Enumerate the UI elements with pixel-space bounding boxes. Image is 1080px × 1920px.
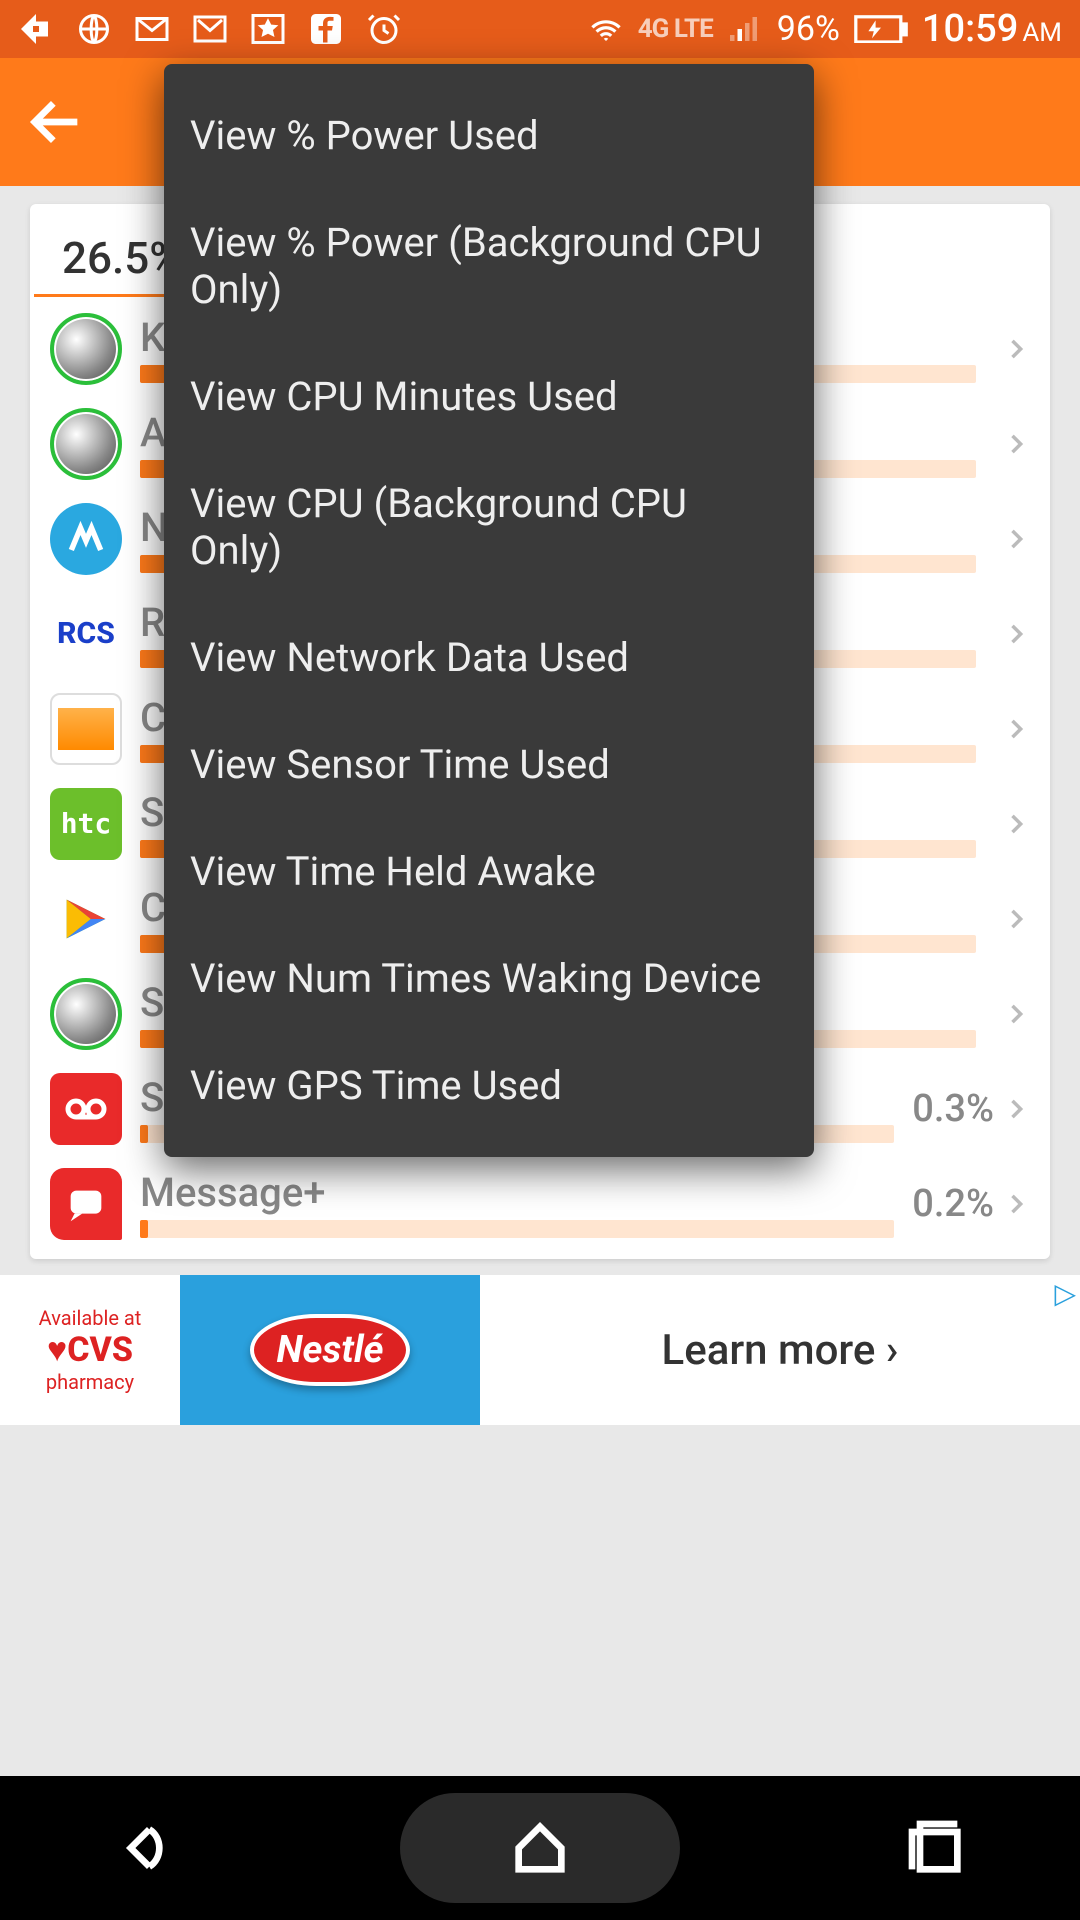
- nav-home-button[interactable]: [400, 1793, 680, 1903]
- app-icon: [50, 408, 122, 480]
- total-percent-label: 26.5%: [34, 204, 182, 297]
- chevron-right-icon: [1002, 810, 1030, 838]
- globe-icon: [76, 11, 112, 47]
- nav-back-button[interactable]: [112, 1816, 176, 1880]
- battery-charging-icon: [854, 11, 908, 47]
- ad-banner[interactable]: Available at ♥CVS pharmacy Nestlé Learn …: [0, 1275, 1080, 1425]
- ad-brand-panel: Nestlé: [180, 1275, 480, 1425]
- row-usage-bar: [140, 1220, 894, 1238]
- row-body: Message+: [140, 1169, 894, 1238]
- facebook-icon: [308, 11, 344, 47]
- chevron-right-icon: [1002, 1190, 1030, 1218]
- network-type-label: 4G LTE: [638, 14, 713, 44]
- menu-item[interactable]: View CPU (Background CPU Only): [164, 450, 814, 604]
- gmail-icon: [192, 11, 228, 47]
- adchoices-icon[interactable]: ▷: [1054, 1277, 1076, 1310]
- android-status-bar: 4G LTE 96% 10:59AM: [0, 0, 1080, 58]
- clock-label: 10:59AM: [922, 7, 1062, 51]
- chevron-right-icon: [1002, 1095, 1030, 1123]
- nav-recent-button[interactable]: [904, 1816, 968, 1880]
- app-icon: [50, 503, 122, 575]
- row-percent-label: 0.3%: [912, 1087, 994, 1131]
- signal-icon: [727, 11, 763, 47]
- menu-item[interactable]: View % Power Used: [164, 82, 814, 189]
- app-icon: [50, 1073, 122, 1145]
- back-button[interactable]: [24, 90, 88, 154]
- chevron-right-icon: [1002, 525, 1030, 553]
- chevron-right-icon: [1002, 715, 1030, 743]
- mail-icon: [134, 11, 170, 47]
- chevron-right-icon: [1002, 430, 1030, 458]
- chevron-right-icon: [1002, 620, 1030, 648]
- view-options-menu: View % Power UsedView % Power (Backgroun…: [164, 64, 814, 1157]
- app-icon: RCS: [50, 598, 122, 670]
- menu-item[interactable]: View Num Times Waking Device: [164, 925, 814, 1032]
- app-icon: [50, 313, 122, 385]
- ad-brand-logo: Nestlé: [250, 1314, 409, 1386]
- chevron-right-icon: [1002, 1000, 1030, 1028]
- ad-retailer: Available at ♥CVS pharmacy: [0, 1306, 180, 1395]
- starred-icon: [250, 11, 286, 47]
- wifi-icon: [588, 11, 624, 47]
- android-nav-bar: [0, 1776, 1080, 1920]
- menu-item[interactable]: View Sensor Time Used: [164, 711, 814, 818]
- menu-item[interactable]: View CPU Minutes Used: [164, 343, 814, 450]
- row-app-name: Message+: [140, 1169, 894, 1216]
- alarm-icon: [366, 11, 402, 47]
- app-icon: [50, 883, 122, 955]
- ad-cta[interactable]: Learn more ›: [480, 1326, 1080, 1375]
- app-icon: [50, 1168, 122, 1240]
- battery-percent-label: 96%: [777, 9, 840, 49]
- add-notification-icon: [18, 11, 54, 47]
- menu-item[interactable]: View Network Data Used: [164, 604, 814, 711]
- menu-item[interactable]: View Time Held Awake: [164, 818, 814, 925]
- menu-item[interactable]: View GPS Time Used: [164, 1032, 814, 1139]
- menu-item[interactable]: View % Power (Background CPU Only): [164, 189, 814, 343]
- status-system: 4G LTE 96% 10:59AM: [588, 7, 1062, 51]
- app-usage-row[interactable]: Message+ 0.2%: [30, 1156, 1050, 1251]
- status-notifications: [18, 11, 402, 47]
- chevron-right-icon: [1002, 905, 1030, 933]
- chevron-right-icon: [1002, 335, 1030, 363]
- app-icon: [50, 693, 122, 765]
- app-icon: hTC: [50, 788, 122, 860]
- row-percent-label: 0.2%: [912, 1182, 994, 1226]
- app-icon: [50, 978, 122, 1050]
